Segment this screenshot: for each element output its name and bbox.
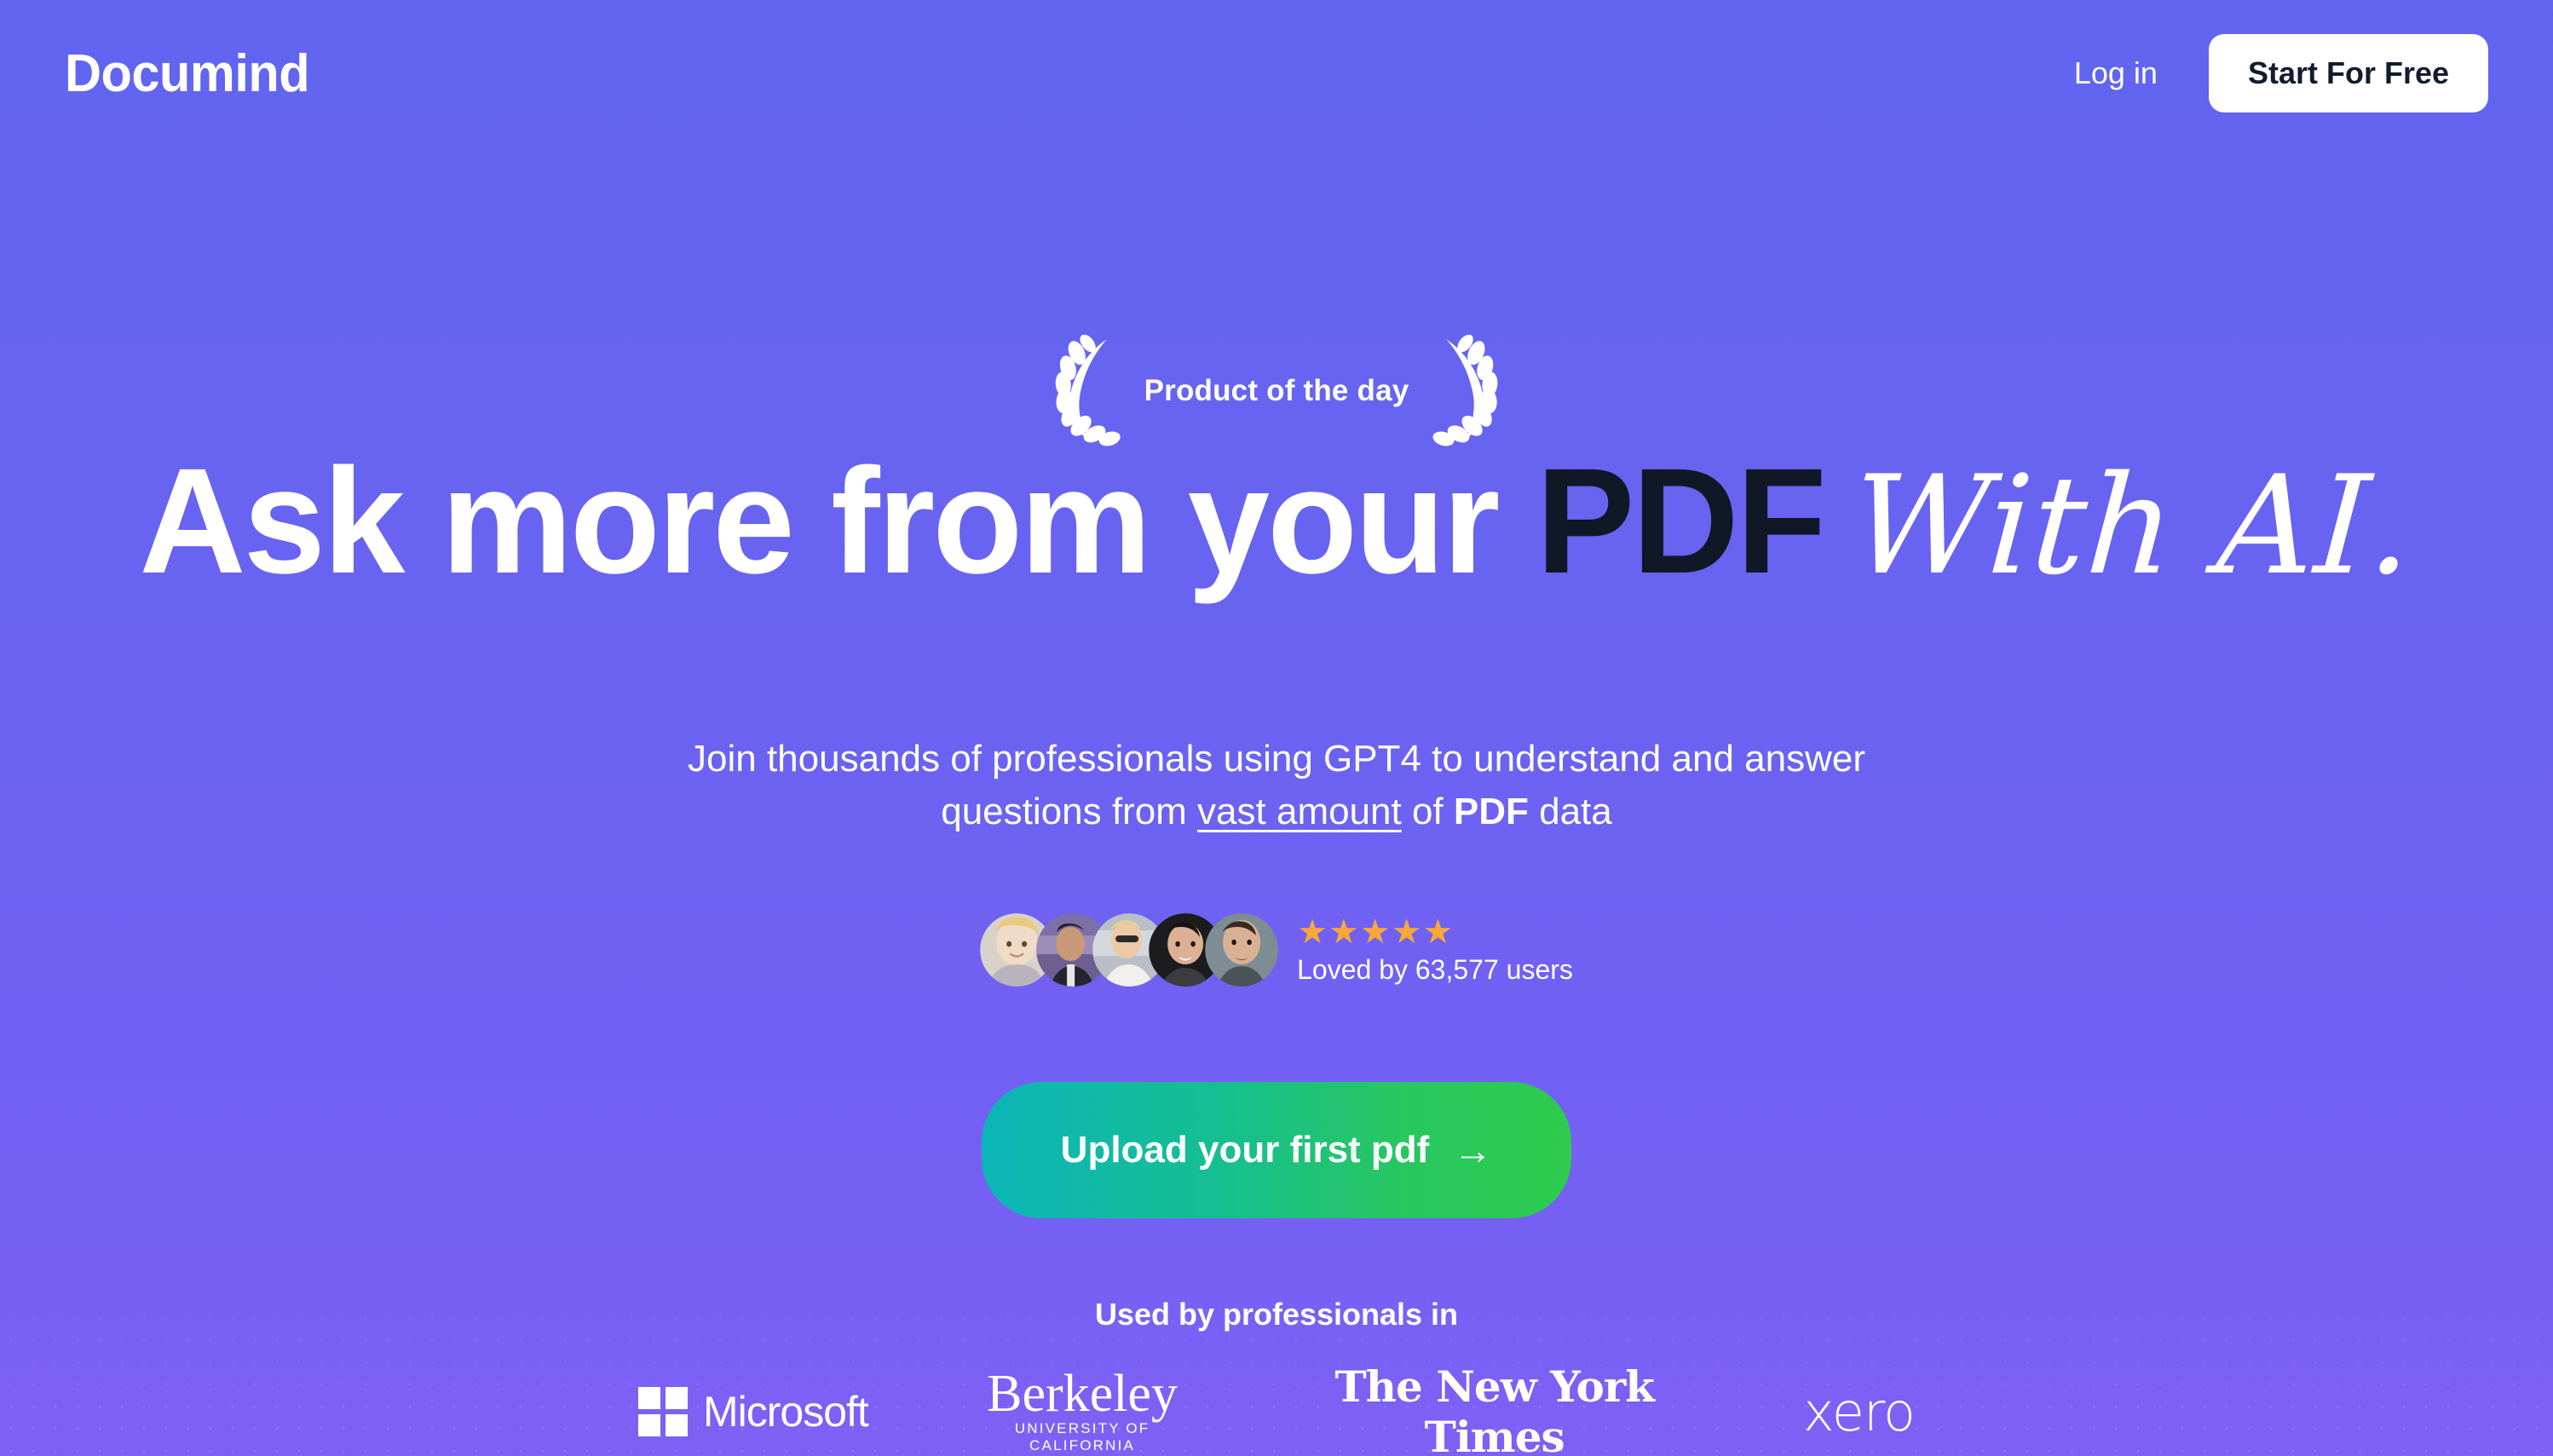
- subhead-suffix: data: [1528, 791, 1612, 833]
- product-of-the-day-badge: Product of the day: [1047, 332, 1507, 450]
- brand-logo[interactable]: Documind: [65, 43, 310, 104]
- laurel-wreath-left-icon: [1055, 335, 1121, 446]
- nav-actions: Log in Start For Free: [2060, 34, 2488, 112]
- headline-text-primary: Ask more from your: [139, 438, 1536, 605]
- avatar-5-image: [1205, 913, 1279, 987]
- customer-logo-strip: Microsoft Berkeley UNIVERSITY OF CALIFOR…: [638, 1361, 1916, 1456]
- background-dot-pattern: [0, 0, 2553, 1456]
- login-link[interactable]: Log in: [2060, 49, 2171, 98]
- upload-button-label: Upload your first pdf: [1060, 1129, 1430, 1171]
- avatar: [1205, 913, 1279, 987]
- microsoft-squares-icon: [638, 1387, 688, 1436]
- upload-first-pdf-button[interactable]: Upload your first pdf →: [982, 1082, 1571, 1218]
- subhead-prefix: questions from: [941, 791, 1198, 833]
- landing-page: Documind Log in Start For Free Product o…: [0, 0, 2553, 1456]
- used-by-heading: Used by professionals in: [1094, 1297, 1459, 1332]
- logo-berkeley: Berkeley UNIVERSITY OF CALIFORNIA: [979, 1364, 1186, 1455]
- xero-label: xero: [1803, 1380, 1916, 1443]
- top-navigation-bar: Documind Log in Start For Free: [0, 0, 2553, 147]
- logo-xero: xero: [1803, 1380, 1916, 1443]
- logo-new-york-times: The New York Times: [1296, 1361, 1692, 1456]
- badge-label: Product of the day: [1144, 374, 1409, 407]
- logo-microsoft: Microsoft: [638, 1387, 869, 1436]
- laurel-wreath-right-icon: [1432, 335, 1498, 446]
- start-for-free-button[interactable]: Start For Free: [2208, 34, 2488, 112]
- microsoft-label: Microsoft: [703, 1388, 869, 1436]
- headline-text-pdf: PDF: [1536, 438, 1827, 605]
- hero-subheading: Join thousands of professionals using GP…: [552, 733, 2001, 839]
- star-rating-icon: ★★★★★: [1297, 912, 1455, 951]
- social-proof: ★★★★★ Loved by 63,577 users: [980, 913, 1573, 987]
- berkeley-label: Berkeley: [987, 1364, 1178, 1423]
- loved-by-users-label: Loved by 63,577 users: [1297, 953, 1573, 985]
- subhead-middle: of: [1401, 791, 1454, 833]
- berkeley-sublabel: UNIVERSITY OF CALIFORNIA: [1014, 1420, 1150, 1454]
- headline-text-script: With AI.: [1847, 446, 2420, 605]
- avatar-group: [980, 913, 1279, 987]
- subhead-pdf-bold: PDF: [1453, 791, 1529, 833]
- subhead-line-1: Join thousands of professionals using GP…: [688, 738, 1865, 780]
- hero-headline: Ask more from your PDF With AI.: [19, 446, 2533, 605]
- nyt-label: The New York Times: [1334, 1361, 1654, 1456]
- rating-block: ★★★★★ Loved by 63,577 users: [1297, 915, 1573, 986]
- vast-amount-link[interactable]: vast amount: [1197, 791, 1402, 832]
- primary-cta-wrapper: Upload your first pdf →: [982, 1082, 1571, 1218]
- arrow-right-icon: →: [1453, 1128, 1493, 1172]
